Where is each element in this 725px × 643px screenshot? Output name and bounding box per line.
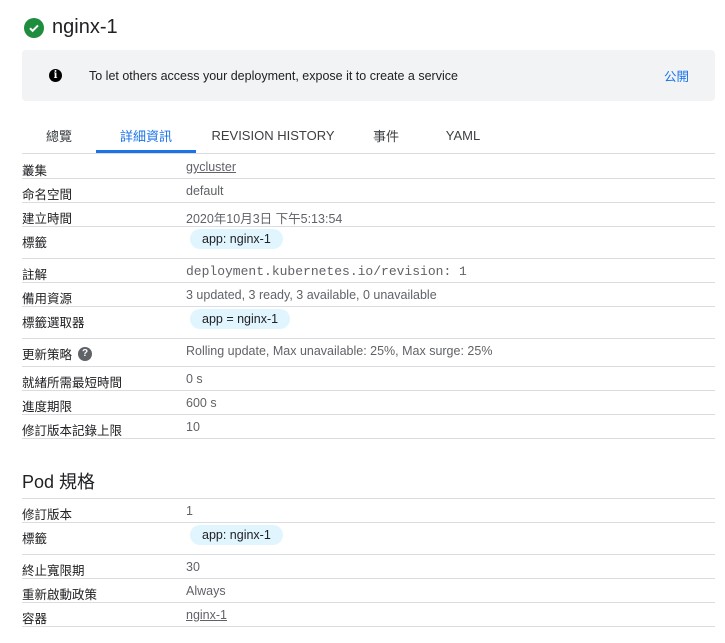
tab-details[interactable]: 詳細資訊 [96,118,196,153]
pod-spec-heading: Pod 規格 [22,472,96,492]
label: 更新策略? [22,339,186,363]
tab-overview[interactable]: 總覽 [22,118,96,153]
value: 2020年10月3日 下午5:13:54 [186,212,343,226]
row-labels: 標籤 app: nginx-1 [22,227,715,259]
label: 註解 [22,268,48,282]
label-chip: app: nginx-1 [190,229,283,249]
value: default [186,184,224,198]
value: 0 s [186,372,203,386]
details-table: 叢集 gycluster 命名空間 default 建立時間 2020年10月3日 下… [22,155,715,439]
page-title: nginx-1 [52,16,118,38]
row-selector: 標籤選取器 app = nginx-1 [22,307,715,339]
label-text: 更新策略 [22,348,73,362]
value: 1 [186,504,193,518]
row-progress: 進度期限 600 s [22,391,715,415]
help-icon[interactable]: ? [78,346,93,361]
value: 30 [186,560,200,574]
label-chip: app: nginx-1 [190,525,283,545]
label: 就緒所需最短時間 [22,376,123,390]
tab-bar: 總覽 詳細資訊 REVISION HISTORY 事件 YAML [22,118,715,154]
label: 備用資源 [22,292,73,306]
tab-yaml[interactable]: YAML [422,118,504,153]
label: 標籤 [22,236,48,250]
row-annotations: 註解 deployment.kubernetes.io/revision: 1 [22,259,715,283]
row-grace: 終止寬限期 30 [22,555,715,579]
label: 叢集 [22,164,48,178]
row-created: 建立時間 2020年10月3日 下午5:13:54 [22,203,715,227]
label: 修訂版本 [22,508,73,522]
value: 10 [186,420,200,434]
label: 重新啟動政策 [22,588,98,602]
cluster-link[interactable]: gycluster [186,155,236,174]
selector-chip: app = nginx-1 [190,309,291,329]
status-ok-icon [24,17,44,38]
label: 建立時間 [22,212,73,226]
info-icon: i [49,69,62,82]
tab-revision-history[interactable]: REVISION HISTORY [196,118,350,153]
value: deployment.kubernetes.io/revision: 1 [186,264,467,279]
row-revision-limit: 修訂版本記錄上限 10 [22,415,715,439]
row-strategy: 更新策略? Rolling update, Max unavailable: 25… [22,339,715,367]
label: 修訂版本記錄上限 [22,424,123,438]
tab-events[interactable]: 事件 [350,118,422,153]
expose-banner: i To let others access your deployment, … [22,50,715,101]
label: 標籤 [22,532,48,546]
pod-table: 修訂版本 1 標籤 app: nginx-1 終止寬限期 30 重新啟動政策 Alway… [22,498,715,627]
page-header: nginx-1 [24,16,118,39]
row-containers: 容器 nginx-1 [22,603,715,627]
label: 容器 [22,612,48,626]
value: Always [186,584,226,598]
value: 600 s [186,396,217,410]
value: 3 updated, 3 ready, 3 available, 0 unava… [186,288,437,302]
banner-message: To let others access your deployment, ex… [89,68,458,83]
row-replicas: 備用資源 3 updated, 3 ready, 3 available, 0 u… [22,283,715,307]
label: 進度期限 [22,400,73,414]
value: Rolling update, Max unavailable: 25%, Ma… [186,344,493,358]
label: 終止寬限期 [22,564,85,578]
row-cluster: 叢集 gycluster [22,155,715,179]
row-pod-labels: 標籤 app: nginx-1 [22,523,715,555]
row-namespace: 命名空間 default [22,179,715,203]
row-revision: 修訂版本 1 [22,499,715,523]
label: 命名空間 [22,188,73,202]
expose-button[interactable]: 公開 [664,66,689,85]
container-link[interactable]: nginx-1 [186,603,227,622]
label: 標籤選取器 [22,316,85,330]
row-restart: 重新啟動政策 Always [22,579,715,603]
row-min-ready: 就緒所需最短時間 0 s [22,367,715,391]
